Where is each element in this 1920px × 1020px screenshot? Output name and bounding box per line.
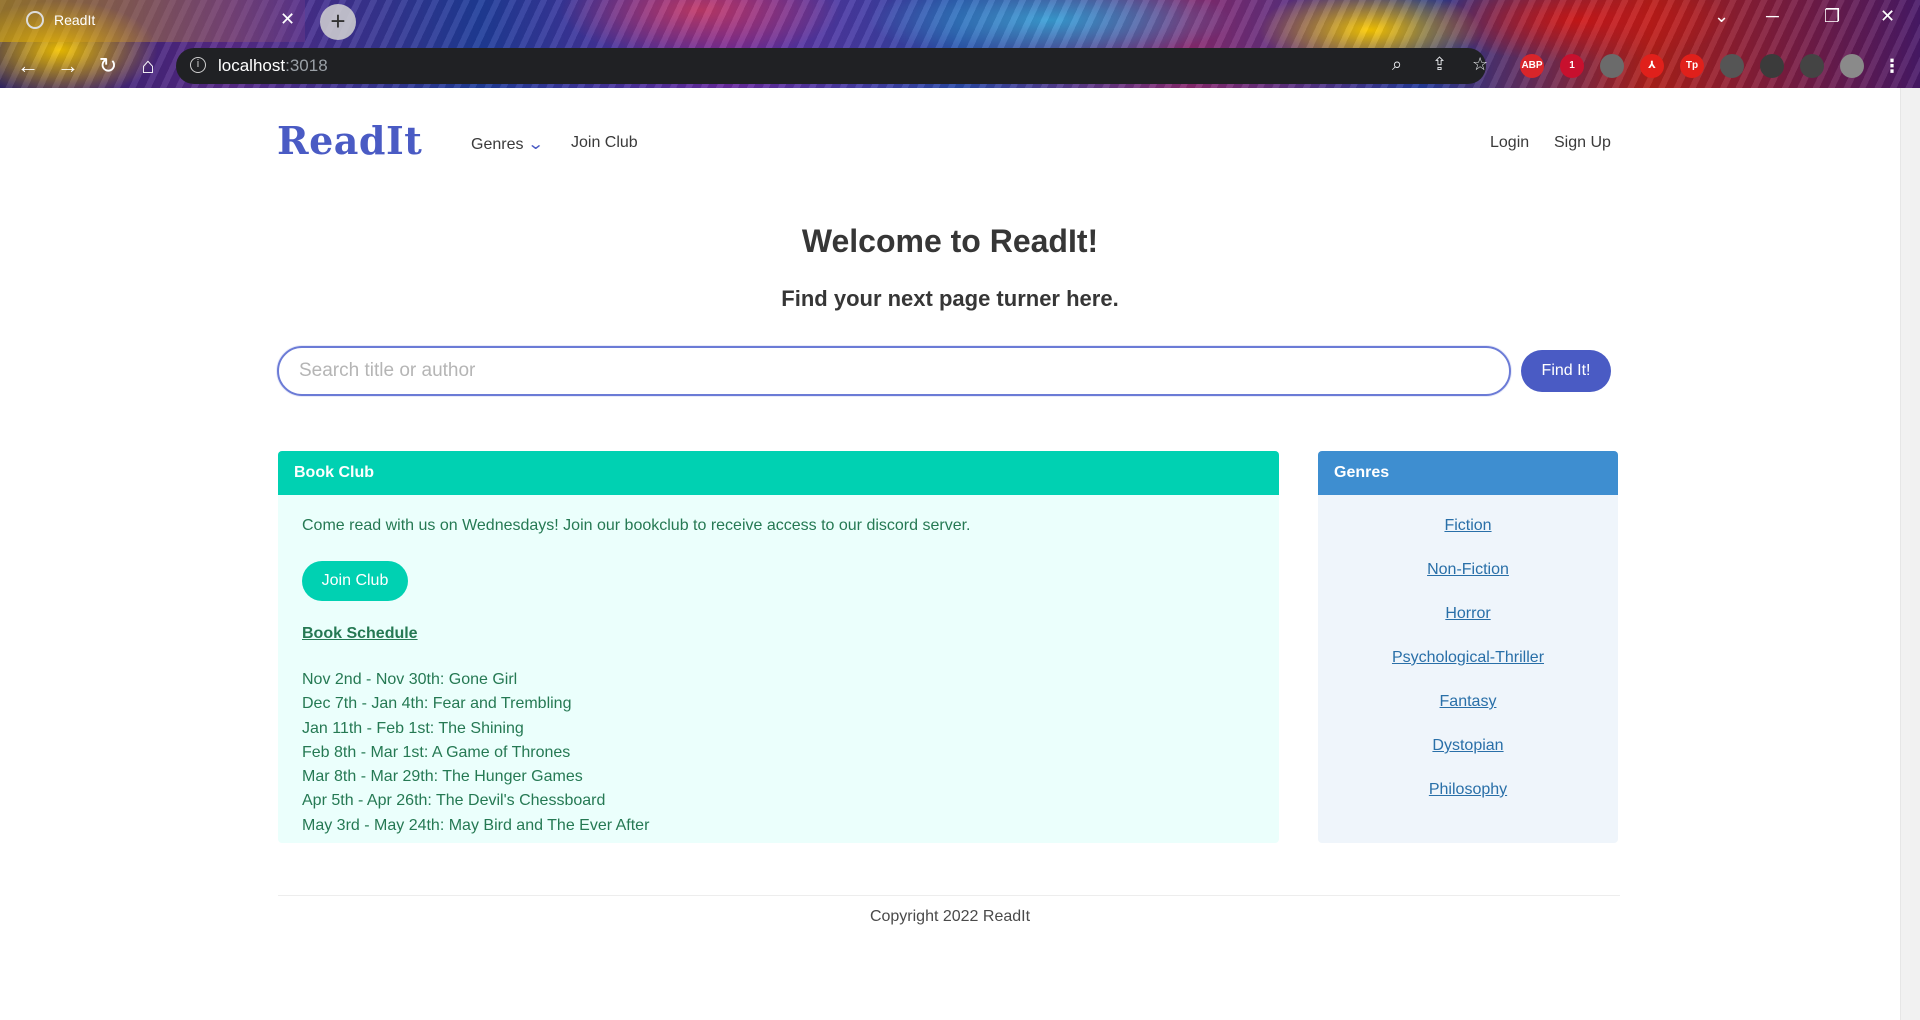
tp-extension-icon[interactable]: Tp	[1680, 54, 1704, 78]
genre-link-psychological-thriller[interactable]: Psychological-Thriller	[1392, 649, 1544, 666]
page-subtitle: Find your next page turner here.	[781, 286, 1119, 311]
browser-tab[interactable]: ReadIt ✕	[0, 0, 305, 42]
schedule-item: Feb 8th - Mar 1st: A Game of Thrones	[302, 743, 571, 761]
zoom-icon[interactable]: ⌕	[1392, 54, 1402, 75]
search-input[interactable]	[277, 346, 1511, 396]
chevron-down-icon: ⌄	[527, 136, 545, 153]
back-icon[interactable]: ←	[14, 52, 42, 80]
profile-avatar[interactable]	[1840, 54, 1864, 78]
extension-icon[interactable]	[1600, 54, 1624, 78]
schedule-item: Nov 2nd - Nov 30th: Gone Girl	[302, 671, 518, 688]
restore-icon[interactable]: ❐	[1824, 6, 1840, 27]
schedule-item: Jan 11th - Feb 1st: The Shining	[302, 719, 524, 737]
find-it-button[interactable]: Find It!	[1521, 350, 1611, 392]
book-schedule-link[interactable]: Book Schedule	[302, 625, 418, 643]
close-window-icon[interactable]: ✕	[1880, 6, 1895, 27]
puzzle-extension-icon[interactable]	[1720, 54, 1744, 78]
genres-card: Genres Fiction Non-Fiction Horror Psycho…	[1318, 451, 1618, 843]
genres-heading: Genres	[1318, 451, 1618, 495]
url-host: localhost	[218, 56, 286, 75]
brand-logo[interactable]: ReadIt	[277, 118, 422, 163]
nav-join-club[interactable]: Join Club	[571, 134, 638, 152]
login-link[interactable]: Login	[1490, 134, 1529, 152]
page-scrollbar[interactable]	[1900, 88, 1920, 1020]
nav-genres-dropdown[interactable]: Genres ⌄	[471, 134, 545, 154]
book-club-card: Book Club Come read with us on Wednesday…	[278, 451, 1279, 843]
genre-link-horror[interactable]: Horror	[1445, 605, 1490, 622]
schedule-list: Nov 2nd - Nov 30th: Gone Girl Dec 7th - …	[302, 668, 649, 838]
genre-link-fiction[interactable]: Fiction	[1444, 517, 1491, 534]
url-text[interactable]: localhost:3018	[218, 56, 328, 76]
genre-list: Fiction Non-Fiction Horror Psychological…	[1318, 517, 1618, 825]
nav-genres-label: Genres	[471, 136, 524, 153]
bookmark-star-icon[interactable]: ☆	[1472, 54, 1488, 75]
adblock-extension-icon[interactable]: ABP	[1520, 54, 1544, 78]
extension-badge-icon[interactable]: 1	[1560, 54, 1584, 78]
extension-icon-2[interactable]	[1760, 54, 1784, 78]
footer-divider	[278, 895, 1620, 896]
site-info-icon[interactable]: i	[190, 57, 206, 73]
book-club-description: Come read with us on Wednesdays! Join ou…	[302, 517, 971, 534]
address-bar[interactable]: i localhost:3018 ⌕ ⇪ ☆	[176, 48, 1488, 84]
minimize-icon[interactable]: ─	[1766, 6, 1779, 27]
genre-link-philosophy[interactable]: Philosophy	[1429, 781, 1507, 798]
share-icon[interactable]: ⇪	[1432, 54, 1447, 75]
genre-link-fantasy[interactable]: Fantasy	[1440, 693, 1497, 710]
tab-title: ReadIt	[54, 12, 96, 28]
menu-icon[interactable]: ⋮	[1880, 54, 1904, 78]
signup-link[interactable]: Sign Up	[1554, 134, 1611, 152]
tab-close-icon[interactable]: ✕	[280, 9, 295, 30]
schedule-item: May 3rd - May 24th: May Bird and The Eve…	[302, 816, 650, 834]
schedule-item: Dec 7th - Jan 4th: Fear and Trembling	[302, 695, 572, 713]
genre-link-dystopian[interactable]: Dystopian	[1432, 737, 1503, 754]
forward-icon[interactable]: →	[54, 52, 82, 80]
schedule-item: Mar 8th - Mar 29th: The Hunger Games	[302, 768, 583, 786]
reload-icon[interactable]: ↻	[94, 52, 122, 80]
page-title: Welcome to ReadIt!	[801, 223, 1099, 259]
footer-copyright: Copyright 2022 ReadIt	[869, 908, 1031, 925]
home-icon[interactable]: ⌂	[134, 52, 162, 80]
genre-link-non-fiction[interactable]: Non-Fiction	[1427, 561, 1509, 578]
tab-search-icon[interactable]: ⌄	[1714, 6, 1729, 27]
tab-favicon-icon	[26, 11, 44, 29]
url-port: :3018	[285, 56, 328, 75]
browser-chrome: ReadIt ✕ + ⌄ ─ ❐ ✕ ← → ↻ ⌂ i localhost:3…	[0, 0, 1920, 88]
new-tab-button[interactable]: +	[320, 4, 356, 40]
page: ReadIt Genres ⌄ Join Club Login Sign Up W…	[0, 88, 1900, 1020]
pdf-extension-icon[interactable]: ⅄	[1640, 54, 1664, 78]
book-club-heading: Book Club	[278, 451, 1279, 495]
join-club-button[interactable]: Join Club	[302, 561, 408, 601]
sidepanel-icon[interactable]	[1800, 54, 1824, 78]
browser-toolbar: ← → ↻ ⌂ i localhost:3018 ⌕ ⇪ ☆ ABP 1 ⅄ T…	[0, 44, 1920, 88]
schedule-item: Apr 5th - Apr 26th: The Devil's Chessboa…	[302, 792, 606, 810]
